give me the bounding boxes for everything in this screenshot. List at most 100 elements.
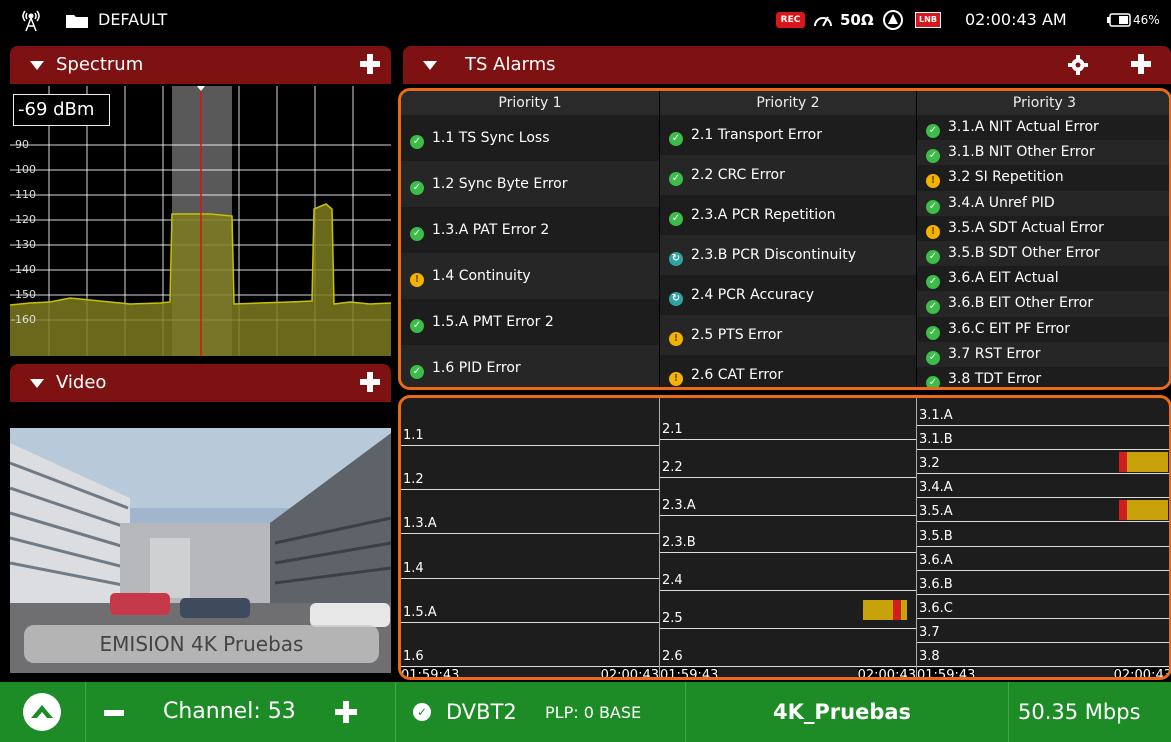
alarm-label: 3.5.B SDT Other Error [948, 245, 1100, 261]
profile-name[interactable]: DEFAULT [98, 10, 167, 30]
history-row: 2.3.A [660, 478, 916, 516]
alarm-item[interactable]: ✓ 3.4.A Unref PID [917, 190, 1169, 216]
tick-label: -150 [11, 288, 36, 301]
alarm-item[interactable]: ✓ 3.6.B EIT Other Error [917, 291, 1169, 317]
plp-label[interactable]: PLP: 0 BASE [545, 702, 641, 724]
alarm-label: 2.6 CAT Error [691, 367, 784, 383]
reference-level[interactable]: -69 dBm [13, 94, 110, 126]
alarm-item[interactable]: ✓ 1.2 Sync Byte Error [401, 161, 659, 207]
alarm-item[interactable]: ✓ 3.6.A EIT Actual [917, 266, 1169, 292]
gauge-icon [814, 16, 832, 27]
standard-label[interactable]: DVBT2 [446, 699, 517, 725]
status-ok-icon: ✓ [410, 135, 424, 149]
history-row-label: 3.6.A [919, 552, 953, 568]
lock-check-icon: ✓ [413, 703, 431, 721]
channel-label[interactable]: Channel: 53 [163, 698, 296, 726]
history-row: 2.4 [660, 553, 916, 592]
separator [85, 682, 86, 742]
alarm-item[interactable]: ✓ 3.7 RST Error [917, 341, 1169, 367]
history-column-priority-3: 3.1.A 3.1.B 3.2 3.4.A 3.5.A 3.5.B 3.6.A 3.6.B 3.… [916, 398, 1169, 677]
alarm-label: 2.5 PTS Error [691, 327, 783, 343]
separator [1008, 682, 1009, 742]
video-title: Video [56, 372, 107, 393]
history-row-label: 3.1.B [919, 432, 953, 448]
folder-icon[interactable] [66, 13, 88, 28]
collapse-icon[interactable] [423, 61, 437, 70]
rec-badge: REC [776, 12, 805, 28]
ts-alarms-add-icon[interactable] [1131, 54, 1151, 74]
alarm-item[interactable]: ! 2.5 PTS Error [660, 315, 916, 355]
ts-alarms-panel-header[interactable]: TS Alarms [403, 46, 1171, 84]
alarm-item[interactable]: ! 2.6 CAT Error [660, 355, 916, 387]
history-row: 3.6.A [917, 547, 1169, 571]
alarm-item[interactable]: ↻ 2.3.B PCR Discontinuity [660, 235, 916, 275]
alarm-item[interactable]: ✓ 2.2 CRC Error [660, 155, 916, 195]
alarm-item[interactable]: ✓ 3.5.B SDT Other Error [917, 241, 1169, 267]
antenna-icon [22, 10, 40, 32]
history-start-time: 01:59:43 [660, 668, 719, 677]
alarm-item[interactable]: ✓ 3.1.B NIT Other Error [917, 140, 1169, 166]
alarm-item[interactable]: ↻ 2.4 PCR Accuracy [660, 275, 916, 315]
history-row-label: 1.3.A [403, 516, 437, 532]
tick-label: -100 [11, 163, 36, 176]
history-row-label: 3.5.A [919, 504, 953, 520]
history-row-label: 2.4 [662, 573, 683, 589]
alarm-label: 2.3.B PCR Discontinuity [691, 247, 857, 263]
tick-label: -130 [11, 238, 36, 251]
alarm-label: 1.6 PID Error [432, 360, 521, 376]
alarm-label: 3.6.B EIT Other Error [948, 295, 1094, 312]
collapse-icon[interactable] [30, 61, 44, 70]
alarm-item[interactable]: ✓ 1.3.A PAT Error 2 [401, 207, 659, 253]
history-event-error[interactable] [1119, 452, 1128, 473]
history-start-time: 01:59:43 [917, 668, 976, 677]
status-ok-icon: ✓ [410, 319, 424, 333]
alarm-label: 2.3.A PCR Repetition [691, 207, 836, 223]
gear-icon[interactable] [1068, 55, 1088, 75]
history-column-priority-2: 2.1 2.2 2.3.A 2.3.B 2.4 2.5 2.6 01:59:43 02:00:4… [659, 398, 916, 677]
history-row-label: 3.1.A [919, 408, 953, 424]
video-panel-header[interactable]: Video [10, 364, 391, 402]
service-name[interactable]: 4K_Pruebas [773, 699, 911, 725]
history-end-time: 02:00:43 [857, 668, 916, 677]
column-header: Priority 1 [401, 91, 659, 115]
channel-down-button[interactable] [104, 710, 124, 716]
alarm-item[interactable]: ✓ 1.5.A PMT Error 2 [401, 299, 659, 345]
alarm-label: 1.3.A PAT Error 2 [432, 222, 550, 238]
history-row: 3.6.B [917, 571, 1169, 595]
alarm-item[interactable]: ✓ 1.1 TS Sync Loss [401, 115, 659, 161]
history-row-label: 2.2 [662, 459, 683, 475]
spectrum-add-icon[interactable] [360, 54, 380, 74]
history-row-label: 2.3.B [662, 535, 696, 551]
video-add-icon[interactable] [360, 372, 380, 392]
history-row-label: 3.7 [919, 624, 940, 640]
alarm-item[interactable]: ! 3.5.A SDT Actual Error [917, 215, 1169, 241]
spectrum-plot[interactable] [10, 86, 391, 356]
status-warning-icon: ! [669, 332, 683, 346]
alarm-item[interactable]: ✓ 2.1 Transport Error [660, 115, 916, 155]
history-row: 2.3.B [660, 516, 916, 554]
history-event-error[interactable] [892, 600, 901, 621]
alarm-item[interactable]: ✓ 1.6 PID Error [401, 345, 659, 387]
alarm-item[interactable]: ✓ 3.8 TDT Error [917, 367, 1169, 387]
alarm-item[interactable]: ! 1.4 Continuity [401, 253, 659, 299]
collapse-icon[interactable] [30, 379, 44, 388]
alarm-item[interactable]: ✓ 2.3.A PCR Repetition [660, 195, 916, 235]
channel-up-button[interactable] [335, 701, 357, 723]
logo-icon[interactable] [23, 693, 61, 731]
priority-3-column: Priority 3 ✓ 3.1.A NIT Actual Error ✓ 3.1.B… [916, 91, 1169, 387]
history-row-label: 2.1 [662, 421, 683, 437]
history-row-label: 3.6.B [919, 576, 953, 592]
status-warning-icon: ! [669, 372, 683, 386]
alarm-item[interactable]: ! 3.2 SI Repetition [917, 165, 1169, 191]
battery-percent: 46% [1133, 13, 1160, 27]
history-row-label: 1.6 [403, 648, 424, 664]
history-row: 3.1.B [917, 426, 1169, 451]
alarm-item[interactable]: ✓ 3.6.C EIT PF Error [917, 316, 1169, 342]
spectrum-panel-header[interactable]: Spectrum [10, 46, 391, 84]
history-row-label: 1.4 [403, 560, 424, 576]
bottom-bar: Channel: 53 ✓ DVBT2 PLP: 0 BASE 4K_Prueb… [0, 682, 1171, 742]
alarm-item[interactable]: ✓ 3.1.A NIT Actual Error [917, 115, 1169, 141]
status-warning-icon: ! [926, 224, 940, 239]
tick-label: -140 [11, 263, 36, 276]
history-event-error[interactable] [1119, 500, 1128, 521]
